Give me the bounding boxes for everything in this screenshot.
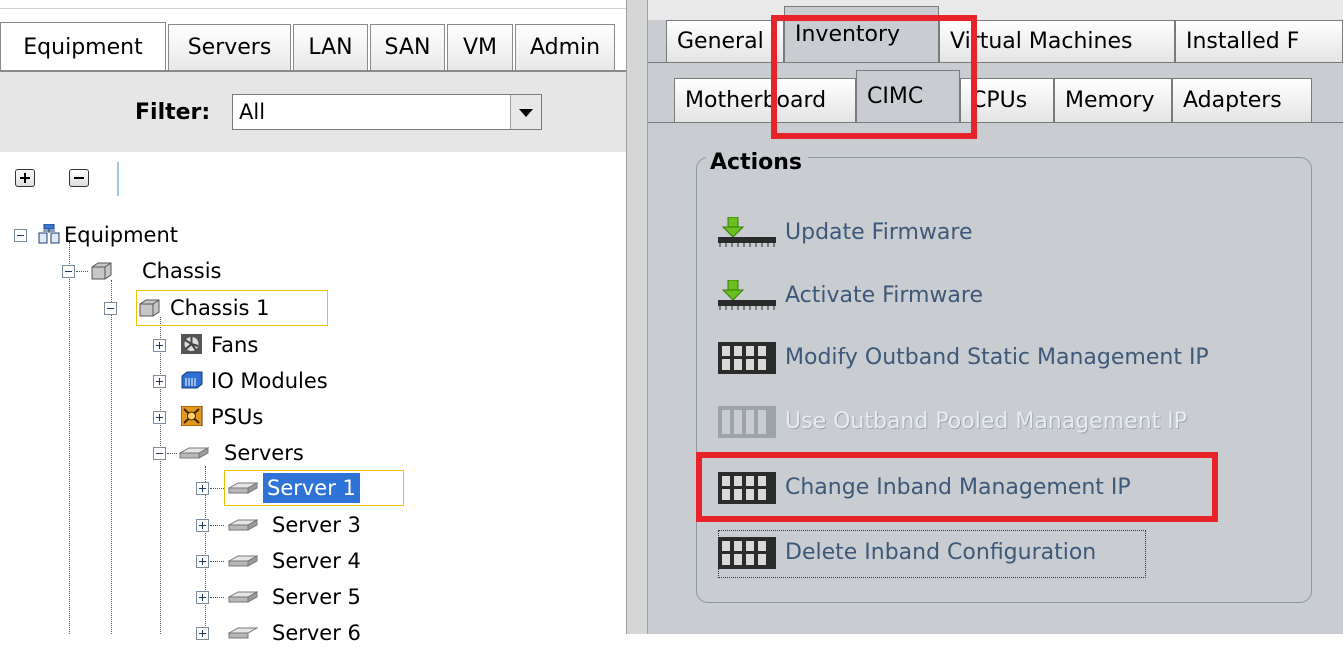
expand-toggle-icon[interactable]: [196, 591, 209, 604]
tab-san[interactable]: SAN: [370, 24, 445, 70]
expand-toggle-icon[interactable]: [196, 555, 209, 568]
tab-memory[interactable]: Memory: [1054, 78, 1172, 122]
server-icon: [228, 627, 258, 639]
download-firmware-icon: [718, 217, 776, 247]
server-rack-icon: [718, 342, 776, 374]
collapse-toggle-icon[interactable]: [62, 265, 75, 278]
collapse-all-icon[interactable]: [69, 169, 89, 187]
chassis-icon: [91, 262, 112, 280]
server-icon: [228, 482, 258, 494]
collapse-toggle-icon[interactable]: [14, 229, 27, 242]
chassis-icon: [139, 299, 160, 317]
top-divider: [0, 0, 626, 9]
server-rack-icon: [718, 537, 776, 569]
tree-label: Server 3: [272, 513, 361, 537]
content-pane: General Inventory Virtual Machines Insta…: [648, 0, 1343, 634]
tab-general[interactable]: General: [666, 20, 784, 62]
tab-servers[interactable]: Servers: [168, 24, 291, 70]
power-supply-icon: [181, 406, 203, 426]
server-icon: [228, 591, 258, 603]
server-icon: [228, 519, 258, 531]
equipment-icon: [38, 224, 60, 244]
collapse-toggle-icon[interactable]: [153, 447, 166, 460]
nav-tab-row: Equipment Servers LAN SAN VM Admin: [0, 22, 626, 72]
actions-title: Actions: [706, 150, 808, 175]
action-label: Activate Firmware: [785, 283, 983, 308]
tree-label: PSUs: [211, 405, 264, 429]
tree-toolbar: [0, 152, 626, 208]
chevron-down-icon[interactable]: [510, 95, 541, 129]
expand-toggle-icon[interactable]: [153, 375, 166, 388]
navigation-pane: Equipment Servers LAN SAN VM Admin Filte…: [0, 0, 626, 645]
tree-label: Servers: [224, 441, 304, 465]
action-label: Update Firmware: [785, 220, 973, 245]
tab-admin[interactable]: Admin: [515, 24, 615, 70]
annotation-box-inventory-cimc: [771, 15, 977, 139]
tree-label: Chassis: [142, 259, 222, 283]
tree-label: Fans: [211, 333, 259, 357]
tree-label: Equipment: [64, 223, 178, 247]
subtab-baseline: [648, 122, 1343, 123]
expand-toggle-icon[interactable]: [196, 519, 209, 532]
expand-all-icon[interactable]: [15, 169, 35, 187]
tree-label: Server 6: [272, 621, 361, 645]
tab-baseline: [648, 62, 1343, 63]
toolbar-separator: [117, 162, 119, 196]
download-firmware-icon: [718, 280, 776, 310]
action-label: Modify Outband Static Management IP: [785, 345, 1209, 370]
server-rack-icon: [718, 406, 776, 438]
equipment-tree: Equipment Chassis Chassis 1 Fans IO Modu…: [0, 208, 626, 645]
expand-toggle-icon[interactable]: [153, 411, 166, 424]
tree-label: Chassis 1: [170, 296, 270, 320]
tree-label: Server 4: [272, 549, 361, 573]
tab-lan[interactable]: LAN: [293, 24, 368, 70]
server-icon: [228, 555, 258, 567]
tree-label-selected: Server 1: [263, 473, 360, 503]
top-strip: [648, 0, 1343, 20]
expand-toggle-icon[interactable]: [196, 482, 209, 495]
tree-label: Server 5: [272, 585, 361, 609]
collapse-toggle-icon[interactable]: [104, 302, 117, 315]
tab-installed-firmware[interactable]: Installed F: [1175, 20, 1343, 62]
expand-toggle-icon[interactable]: [153, 339, 166, 352]
tab-adapters[interactable]: Adapters: [1172, 78, 1312, 122]
fan-icon: [181, 334, 202, 354]
server-icon: [179, 447, 209, 459]
action-label: Delete Inband Configuration: [785, 540, 1097, 565]
filter-bar: Filter: All: [0, 72, 626, 152]
pane-splitter[interactable]: [626, 0, 648, 634]
filter-dropdown[interactable]: All: [232, 94, 542, 130]
annotation-box-change-inband: [696, 452, 1218, 522]
tab-vm[interactable]: VM: [447, 24, 513, 70]
io-module-icon: [181, 371, 203, 389]
filter-label: Filter:: [135, 100, 211, 125]
tree-label: IO Modules: [211, 369, 328, 393]
filter-value: All: [239, 100, 266, 124]
action-label: Use Outband Pooled Management IP: [785, 409, 1188, 434]
tab-equipment[interactable]: Equipment: [0, 22, 166, 70]
